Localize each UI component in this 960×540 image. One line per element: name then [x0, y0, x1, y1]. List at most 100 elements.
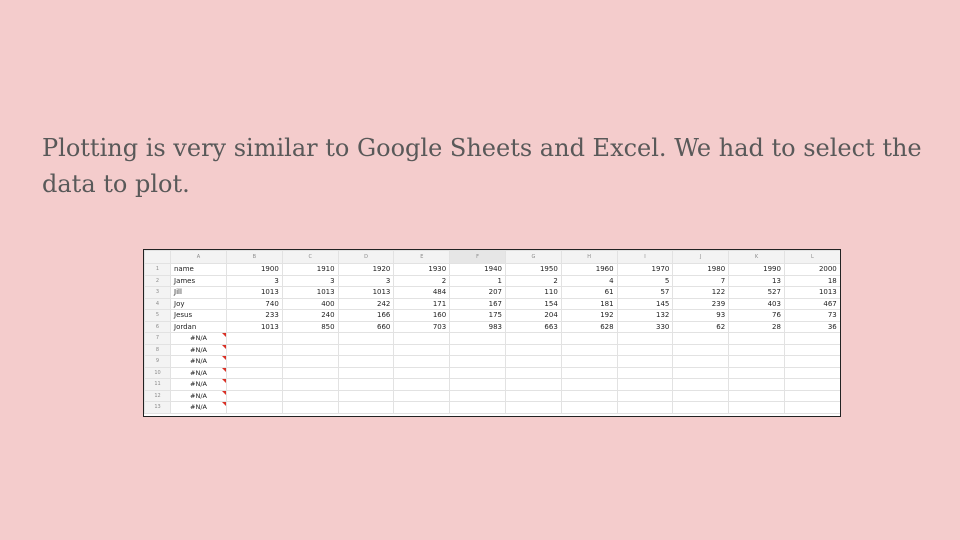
cell-value[interactable]: 171 [393, 297, 451, 310]
cell-empty[interactable] [226, 343, 283, 356]
cell-empty[interactable] [616, 355, 674, 368]
cell-value[interactable]: 3 [281, 274, 339, 287]
cell-value[interactable]: 18 [783, 274, 840, 287]
cell-value[interactable]: 1980 [672, 263, 730, 276]
column-header-j[interactable]: J [672, 250, 730, 264]
cell-value[interactable]: 663 [504, 320, 562, 333]
cell-value[interactable]: 330 [616, 320, 674, 333]
column-header-k[interactable]: K [728, 250, 785, 264]
column-header-a[interactable]: A [170, 250, 227, 264]
cell-error[interactable]: #N/A [170, 343, 227, 356]
cell-name[interactable]: Jordan [170, 320, 227, 333]
cell-empty[interactable] [783, 366, 840, 379]
cell-empty[interactable] [281, 366, 339, 379]
cell-empty[interactable] [393, 378, 451, 391]
cell-empty[interactable] [281, 355, 339, 368]
column-header-l[interactable]: L [783, 250, 840, 264]
cell-empty[interactable] [560, 355, 618, 368]
cell-empty[interactable] [281, 343, 339, 356]
cell-value[interactable]: 233 [226, 309, 283, 322]
cell-value[interactable]: 76 [728, 309, 785, 322]
cell-empty[interactable] [226, 332, 283, 345]
cell-value[interactable]: 1910 [281, 263, 339, 276]
cell-value[interactable]: 192 [560, 309, 618, 322]
row-number[interactable]: 11 [144, 378, 171, 391]
cell-empty[interactable] [393, 401, 451, 414]
cell-error[interactable]: #N/A [170, 366, 227, 379]
cell-empty[interactable] [783, 355, 840, 368]
cell-value[interactable]: 4 [560, 274, 618, 287]
cell-value[interactable]: 3 [226, 274, 283, 287]
cell-value[interactable]: 62 [672, 320, 730, 333]
select-all-corner[interactable] [144, 250, 171, 264]
cell-empty[interactable] [728, 378, 785, 391]
cell-empty[interactable] [783, 343, 840, 356]
cell-value[interactable]: 242 [337, 297, 395, 310]
cell-value[interactable]: 400 [281, 297, 339, 310]
cell-value[interactable]: 1930 [393, 263, 451, 276]
cell-empty[interactable] [449, 378, 506, 391]
cell-value[interactable]: 1920 [337, 263, 395, 276]
cell-empty[interactable] [393, 366, 451, 379]
cell-empty[interactable] [337, 401, 395, 414]
cell-value[interactable]: 740 [226, 297, 283, 310]
cell-empty[interactable] [449, 343, 506, 356]
cell-empty[interactable] [337, 355, 395, 368]
cell-empty[interactable] [672, 366, 730, 379]
cell-empty[interactable] [560, 389, 618, 402]
cell-value[interactable]: 5 [616, 274, 674, 287]
cell-empty[interactable] [337, 332, 395, 345]
cell-empty[interactable] [783, 401, 840, 414]
cell-value[interactable]: 403 [728, 297, 785, 310]
cell-value[interactable]: 1013 [226, 320, 283, 333]
cell-value[interactable]: 703 [393, 320, 451, 333]
cell-empty[interactable] [504, 378, 562, 391]
row-number[interactable]: 5 [144, 309, 171, 322]
column-header-g[interactable]: G [504, 250, 562, 264]
cell-value[interactable]: 628 [560, 320, 618, 333]
cell-empty[interactable] [504, 343, 562, 356]
cell-value[interactable]: 167 [449, 297, 506, 310]
cell-name[interactable]: James [170, 274, 227, 287]
cell-empty[interactable] [672, 389, 730, 402]
cell-empty[interactable] [449, 332, 506, 345]
cell-value[interactable]: 484 [393, 286, 451, 299]
cell-value[interactable]: 1013 [783, 286, 840, 299]
cell-empty[interactable] [783, 332, 840, 345]
cell-value[interactable]: 57 [616, 286, 674, 299]
cell-value[interactable]: 166 [337, 309, 395, 322]
cell-value[interactable]: 13 [728, 274, 785, 287]
cell-empty[interactable] [504, 332, 562, 345]
cell-empty[interactable] [393, 332, 451, 345]
cell-value[interactable]: 1013 [281, 286, 339, 299]
column-header-h[interactable]: H [560, 250, 618, 264]
cell-empty[interactable] [616, 389, 674, 402]
cell-empty[interactable] [616, 332, 674, 345]
cell-value[interactable]: 160 [393, 309, 451, 322]
cell-empty[interactable] [449, 355, 506, 368]
cell-value[interactable]: 1960 [560, 263, 618, 276]
cell-empty[interactable] [337, 343, 395, 356]
cell-empty[interactable] [504, 366, 562, 379]
cell-empty[interactable] [281, 332, 339, 345]
cell-value[interactable]: 2 [393, 274, 451, 287]
cell-empty[interactable] [393, 355, 451, 368]
cell-error[interactable]: #N/A [170, 355, 227, 368]
cell-empty[interactable] [672, 332, 730, 345]
cell-empty[interactable] [337, 389, 395, 402]
cell-value[interactable]: 240 [281, 309, 339, 322]
cell-value[interactable]: 61 [560, 286, 618, 299]
column-header-i[interactable]: I [616, 250, 674, 264]
cell-empty[interactable] [616, 401, 674, 414]
cell-value[interactable]: 660 [337, 320, 395, 333]
cell-value[interactable]: 850 [281, 320, 339, 333]
cell-value[interactable]: 7 [672, 274, 730, 287]
cell-error[interactable]: #N/A [170, 332, 227, 345]
cell-empty[interactable] [672, 378, 730, 391]
cell-empty[interactable] [728, 389, 785, 402]
cell-empty[interactable] [449, 401, 506, 414]
cell-value[interactable]: 36 [783, 320, 840, 333]
cell-value[interactable]: 1950 [504, 263, 562, 276]
cell-empty[interactable] [337, 378, 395, 391]
cell-error[interactable]: #N/A [170, 378, 227, 391]
